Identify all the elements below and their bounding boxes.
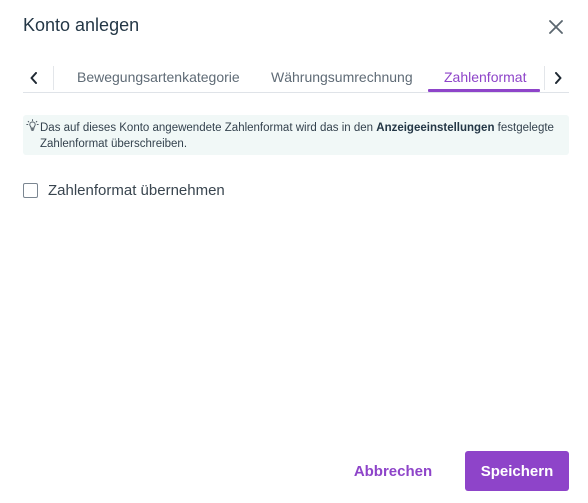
info-text: Das auf dieses Konto angewendete Zahlenf… (40, 120, 560, 152)
adopt-number-format-label: Zahlenformat übernehmen (48, 181, 225, 199)
adopt-number-format-option[interactable]: Zahlenformat übernehmen (23, 180, 225, 200)
cancel-button[interactable]: Abbrechen (345, 455, 441, 487)
tab-zahlenformat[interactable]: Zahlenformat (444, 64, 526, 91)
display-settings-reference: Anzeigeeinstellungen (376, 122, 495, 134)
tab-scroll-left-button[interactable] (23, 64, 45, 92)
tab-waehrungsumrechnung[interactable]: Währungsumrechnung (271, 64, 413, 91)
tab-bewegungsartenkategorie[interactable]: Bewegungsartenkategorie (77, 64, 240, 91)
close-icon (549, 20, 563, 34)
info-banner: Das auf dieses Konto angewendete Zahlenf… (23, 115, 569, 155)
info-text-before: Das auf dieses Konto angewendete Zahlenf… (40, 122, 377, 134)
adopt-number-format-checkbox[interactable] (23, 182, 38, 198)
create-account-dialog: Konto anlegen Bewegungsartenkategorie Wä… (0, 0, 588, 503)
tab-scroll-right-button[interactable] (547, 64, 569, 92)
tab-divider (544, 66, 545, 90)
close-button[interactable] (546, 17, 566, 37)
tab-bar: Bewegungsartenkategorie Währungsumrechnu… (23, 64, 569, 93)
tab-divider (53, 66, 54, 90)
chevron-right-icon (555, 72, 562, 84)
save-button[interactable]: Speichern (465, 451, 569, 491)
chevron-left-icon (30, 72, 37, 84)
lightbulb-icon (26, 119, 39, 131)
active-tab-indicator (428, 89, 540, 92)
dialog-title: Konto anlegen (23, 15, 140, 35)
